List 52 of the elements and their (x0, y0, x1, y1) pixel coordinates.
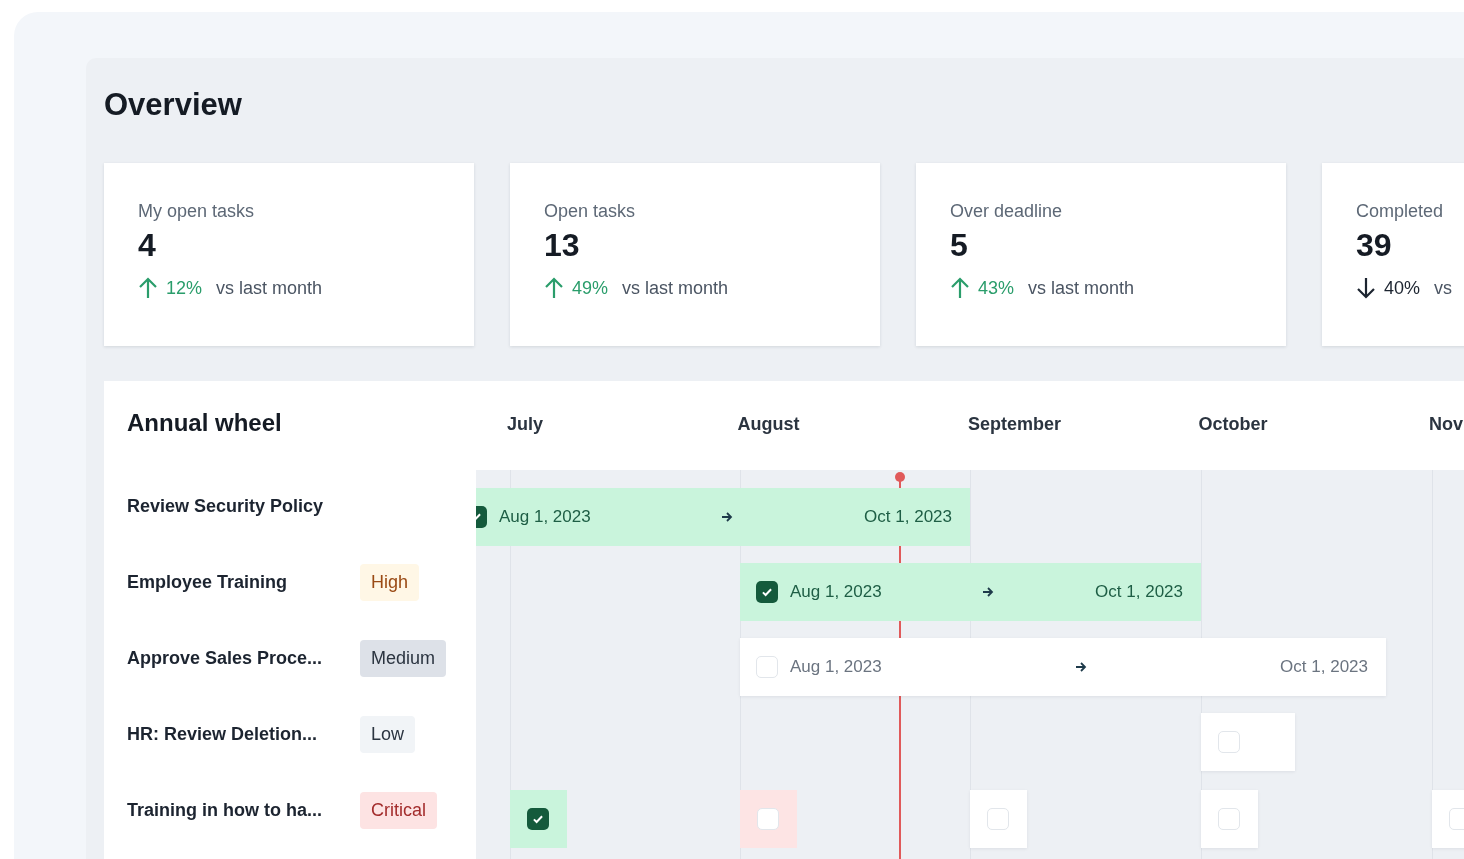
end-date: Oct 1, 2023 (864, 507, 952, 527)
start-date: Aug 1, 2023 (790, 657, 882, 677)
arrow-right-icon (721, 511, 734, 523)
stat-label: My open tasks (138, 200, 256, 223)
month-label: July (507, 414, 544, 435)
arrow-up-icon (544, 277, 564, 299)
stat-label: Open tasks (544, 200, 637, 223)
start-date: Aug 1, 2023 (499, 507, 591, 527)
priority-tag: Critical (360, 791, 437, 829)
end-date: Oct 1, 2023 (1280, 657, 1368, 677)
priority-tag: Low (360, 715, 416, 753)
stat-label: Over deadline (950, 200, 1064, 223)
arrow-right-icon (982, 586, 995, 598)
change-percent: 43% (978, 277, 1015, 299)
month-label: August (737, 414, 800, 435)
page-title: Overview (104, 86, 243, 124)
stat-label: Completed (1356, 200, 1445, 223)
task-name: Training in how to ha... (127, 799, 323, 821)
arrow-up-icon (138, 277, 158, 299)
checkbox[interactable] (756, 656, 778, 678)
month-label: October (1198, 414, 1268, 435)
priority-tag: Medium (360, 639, 447, 677)
comparison-text: vs (1434, 277, 1453, 299)
checkbox[interactable] (987, 808, 1009, 830)
checkbox[interactable] (756, 581, 778, 603)
comparison-text: vs last month (216, 277, 323, 299)
checkbox[interactable] (1218, 731, 1240, 753)
checkbox[interactable] (527, 808, 549, 830)
checkbox[interactable] (1218, 808, 1240, 830)
change-percent: 40% (1384, 277, 1421, 299)
arrow-down-icon (1356, 277, 1376, 299)
stat-value: 39 (1356, 226, 1393, 265)
change-percent: 12% (166, 277, 203, 299)
month-label: September (968, 414, 1062, 435)
change-percent: 49% (572, 277, 609, 299)
stat-value: 5 (950, 226, 969, 265)
arrow-up-icon (950, 277, 970, 299)
month-label: Nov (1429, 414, 1463, 435)
start-date: Aug 1, 2023 (790, 582, 882, 602)
stat-value: 13 (544, 226, 581, 265)
end-date: Oct 1, 2023 (1095, 582, 1183, 602)
priority-tag: High (360, 563, 420, 601)
task-name: Approve Sales Proce... (127, 647, 324, 669)
task-name: Review Security Policy (127, 495, 325, 517)
comparison-text: vs last month (1028, 277, 1135, 299)
checkbox[interactable] (757, 808, 779, 830)
comparison-text: vs last month (622, 277, 729, 299)
task-name: Employee Training (127, 571, 289, 593)
section-title: Annual wheel (127, 408, 283, 438)
arrow-right-icon (1074, 661, 1087, 673)
stat-value: 4 (138, 226, 157, 265)
task-name: HR: Review Deletion... (127, 723, 319, 745)
